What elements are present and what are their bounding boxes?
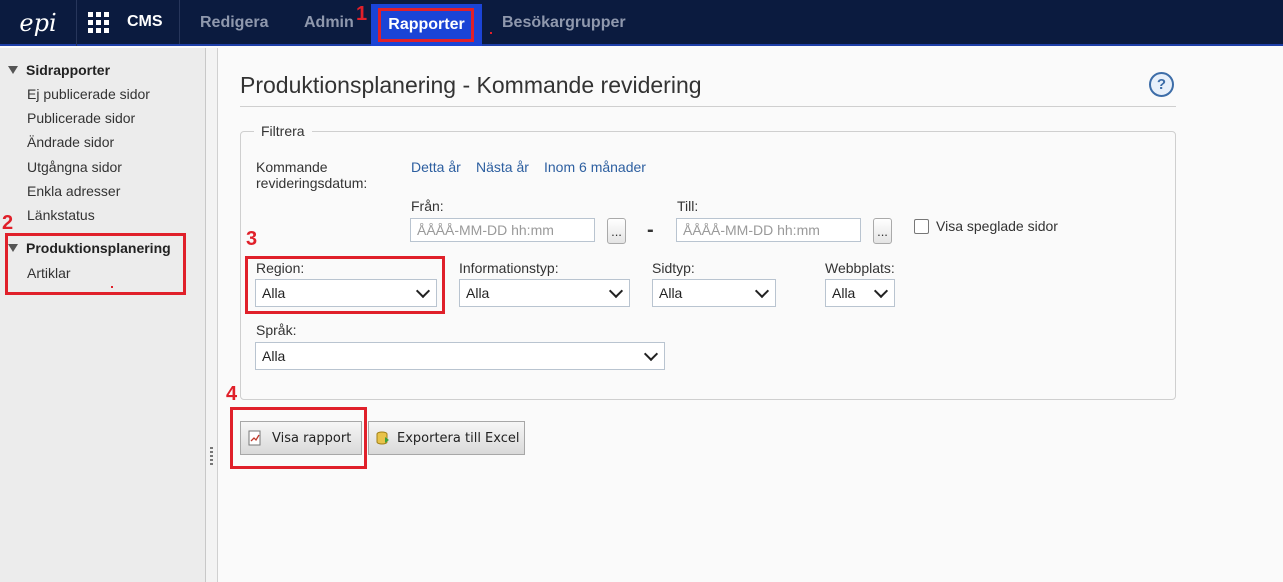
pagetype-select-value: Alla bbox=[659, 285, 683, 301]
from-date-input[interactable] bbox=[410, 218, 595, 242]
sidebar-group-produktionsplanering[interactable]: Produktionsplanering bbox=[8, 240, 171, 256]
website-select[interactable]: Alla bbox=[825, 279, 895, 307]
nav-tab-rapporter[interactable]: Rapporter bbox=[371, 4, 482, 46]
splitter[interactable] bbox=[206, 48, 218, 582]
quick-link-nasta-ar[interactable]: Nästa år bbox=[476, 159, 529, 175]
region-select[interactable]: Alla bbox=[255, 279, 437, 307]
splitter-grip-icon[interactable] bbox=[210, 447, 213, 467]
infotype-select[interactable]: Alla bbox=[459, 279, 630, 307]
region-label: Region: bbox=[256, 260, 305, 276]
nav-tab-redigera[interactable]: Redigera bbox=[200, 14, 268, 32]
date-label-2: revideringsdatum: bbox=[256, 175, 368, 191]
website-label: Webbplats: bbox=[825, 260, 895, 276]
page-title: Produktionsplanering - Kommande revideri… bbox=[240, 72, 702, 98]
annotation-marker-3: 3 bbox=[246, 228, 258, 250]
title-divider bbox=[240, 106, 1176, 107]
chevron-down-icon bbox=[873, 283, 889, 299]
filter-legend: Filtrera bbox=[254, 123, 312, 139]
annotation-marker-4: 4 bbox=[226, 383, 238, 405]
to-date-input[interactable] bbox=[676, 218, 861, 242]
quick-link-inom-6-manader[interactable]: Inom 6 månader bbox=[544, 159, 646, 175]
sidebar bbox=[0, 48, 206, 582]
help-icon[interactable]: ? bbox=[1149, 72, 1174, 97]
language-select[interactable]: Alla bbox=[255, 342, 665, 370]
sidebar-item-enkla-adresser[interactable]: Enkla adresser bbox=[27, 183, 120, 199]
region-select-value: Alla bbox=[262, 285, 286, 301]
excel-export-icon bbox=[376, 431, 389, 445]
language-label: Språk: bbox=[256, 322, 297, 338]
sidebar-item-lankstatus[interactable]: Länkstatus bbox=[27, 207, 95, 223]
chevron-down-icon bbox=[643, 346, 659, 362]
to-label: Till: bbox=[677, 198, 699, 214]
infotype-label: Informationstyp: bbox=[459, 260, 559, 276]
chevron-down-icon bbox=[608, 283, 624, 299]
epi-logo-icon[interactable]: epi bbox=[0, 0, 77, 46]
nav-tab-besokargrupper[interactable]: Besökargrupper bbox=[502, 14, 626, 32]
nav-tab-admin[interactable]: Admin bbox=[304, 14, 354, 32]
from-date-picker-button[interactable]: ... bbox=[607, 218, 626, 244]
collapse-triangle-icon bbox=[8, 66, 18, 74]
export-excel-button[interactable]: Exportera till Excel bbox=[368, 421, 525, 455]
annotation-marker-2: 2 bbox=[2, 212, 14, 234]
annotation-marker-1: 1 bbox=[356, 3, 368, 25]
divider bbox=[179, 0, 180, 44]
sidebar-group-sidrapporter[interactable]: Sidrapporter bbox=[8, 62, 110, 78]
annotation-box bbox=[378, 8, 474, 42]
top-navigation-bar: epi CMS Redigera Admin Rapporter Besökar… bbox=[0, 0, 1283, 46]
sidebar-item-artiklar[interactable]: Artiklar bbox=[27, 265, 71, 281]
sidebar-group-label: Sidrapporter bbox=[26, 62, 111, 78]
annotation-dot bbox=[490, 32, 492, 34]
website-select-value: Alla bbox=[832, 285, 856, 301]
chevron-down-icon bbox=[415, 283, 431, 299]
sidebar-item-ej-publicerade[interactable]: Ej publicerade sidor bbox=[27, 86, 150, 102]
report-icon bbox=[248, 430, 261, 446]
sidebar-group-label: Produktionsplanering bbox=[26, 240, 171, 256]
chevron-down-icon bbox=[754, 283, 770, 299]
sidebar-item-utgangna[interactable]: Utgångna sidor bbox=[27, 159, 122, 175]
apps-grid-icon[interactable] bbox=[88, 12, 110, 34]
infotype-select-value: Alla bbox=[466, 285, 490, 301]
sidebar-item-andrade[interactable]: Ändrade sidor bbox=[27, 134, 114, 150]
language-select-value: Alla bbox=[262, 348, 286, 364]
show-report-button[interactable]: Visa rapport bbox=[240, 421, 362, 455]
mirrored-pages-checkbox[interactable] bbox=[914, 219, 929, 234]
mirrored-pages-label: Visa speglade sidor bbox=[936, 218, 1058, 234]
annotation-dot bbox=[111, 286, 113, 288]
app-name: CMS bbox=[127, 13, 163, 30]
pagetype-label: Sidtyp: bbox=[652, 260, 695, 276]
quick-link-detta-ar[interactable]: Detta år bbox=[411, 159, 461, 175]
pagetype-select[interactable]: Alla bbox=[652, 279, 776, 307]
collapse-triangle-icon bbox=[8, 244, 18, 252]
from-label: Från: bbox=[411, 198, 444, 214]
range-dash: - bbox=[647, 219, 654, 241]
date-label: Kommande bbox=[256, 159, 328, 175]
show-report-label: Visa rapport bbox=[272, 430, 352, 446]
export-excel-label: Exportera till Excel bbox=[397, 430, 520, 446]
to-date-picker-button[interactable]: ... bbox=[873, 218, 892, 244]
sidebar-item-publicerade[interactable]: Publicerade sidor bbox=[27, 110, 135, 126]
